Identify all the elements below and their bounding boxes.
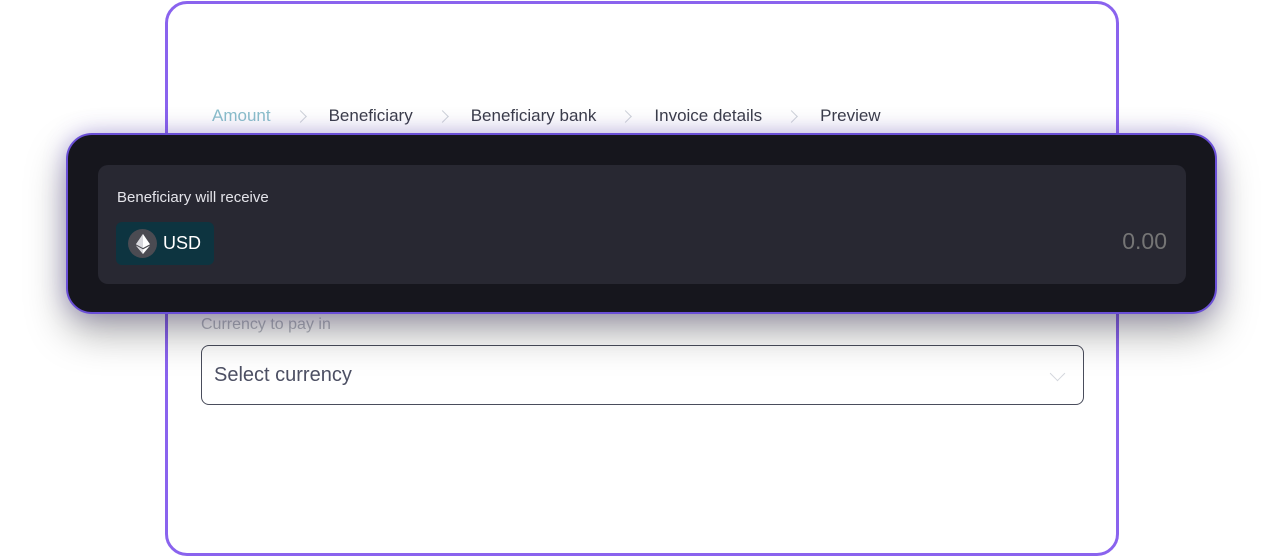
pay-currency-label: Currency to pay in [201, 316, 331, 333]
select-placeholder: Select currency [214, 363, 352, 386]
receive-label: Beneficiary will receive [117, 189, 269, 206]
chevron-down-icon [1049, 365, 1066, 382]
receive-panel: Beneficiary will receive USD [66, 133, 1217, 314]
stage: Amount Beneficiary Beneficiary bank Invo… [0, 0, 1287, 558]
step-beneficiary[interactable]: Beneficiary [329, 106, 413, 126]
chevron-right-icon [619, 109, 633, 123]
stepper: Amount Beneficiary Beneficiary bank Invo… [212, 104, 881, 128]
ethereum-icon [128, 229, 157, 258]
receive-currency-code: USD [163, 233, 202, 253]
chevron-right-icon [785, 109, 798, 123]
step-invoice-details[interactable]: Invoice details [654, 106, 762, 126]
step-beneficiary-bank[interactable]: Beneficiary bank [471, 106, 597, 126]
step-preview[interactable]: Preview [820, 106, 880, 126]
chevron-right-icon [435, 109, 449, 123]
receive-amount-input[interactable] [967, 228, 1167, 255]
chevron-right-icon [293, 109, 307, 123]
receive-currency-button[interactable]: USD [116, 222, 215, 265]
step-amount[interactable]: Amount [212, 106, 271, 126]
pay-currency-select[interactable]: Select currency [201, 345, 1084, 405]
receive-box: Beneficiary will receive USD [98, 165, 1186, 284]
